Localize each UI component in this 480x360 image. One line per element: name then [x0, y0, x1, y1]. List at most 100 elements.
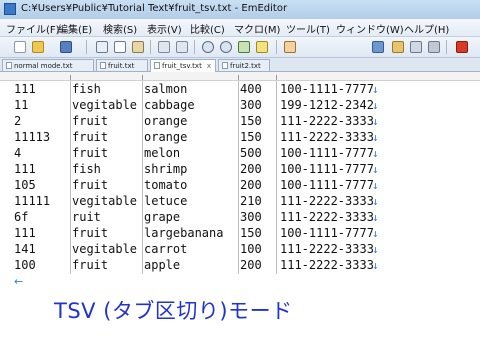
tab-separator: [276, 81, 277, 98]
menu-tools[interactable]: ツール(T): [286, 21, 330, 36]
tsv-cell: 111: [14, 162, 36, 176]
find-icon[interactable]: [202, 41, 214, 53]
tab-fruit-tsv[interactable]: fruit_tsv.txt x: [150, 59, 216, 72]
highlight-icon[interactable]: [256, 41, 268, 53]
macro-icon[interactable]: [284, 41, 296, 53]
copy-icon[interactable]: [114, 41, 126, 53]
tab-separator: [238, 241, 239, 258]
menu-file[interactable]: ファイル(F): [6, 21, 60, 36]
tab-separator: [276, 225, 277, 242]
tab-separator: [238, 177, 239, 194]
tsv-cell: 4: [14, 146, 22, 160]
record-icon[interactable]: [456, 41, 468, 53]
tsv-cell: ruit: [72, 210, 101, 224]
tab-separator: [142, 161, 143, 178]
tsv-cell: 200: [240, 258, 262, 272]
tsv-cell: tomato: [144, 178, 188, 192]
tab-separator: [70, 145, 71, 162]
tab-separator: [276, 97, 277, 114]
tab-label: normal mode.txt: [14, 62, 73, 70]
toolbar-separator: [194, 40, 195, 54]
tab-separator: [70, 209, 71, 226]
tsv-cell: fish: [72, 162, 101, 176]
line-end-marker: ↓: [372, 163, 379, 176]
tab-separator: [142, 113, 143, 130]
tsv-cell: 150: [240, 114, 262, 128]
tsv-cell: grape: [144, 210, 181, 224]
tab-normal-mode[interactable]: normal mode.txt: [2, 59, 94, 71]
replace-icon[interactable]: [238, 41, 250, 53]
tab-separator: [70, 81, 71, 98]
tab-separator: [142, 209, 143, 226]
tab-separator: [70, 97, 71, 114]
open-icon[interactable]: [32, 41, 44, 53]
menu-help[interactable]: ヘルプ(H): [404, 21, 449, 36]
dropdown-icon[interactable]: [428, 41, 440, 53]
tsv-cell: 500: [240, 146, 262, 160]
document-tab-bar: normal mode.txt fruit.txt fruit_tsv.txt x…: [0, 58, 480, 72]
tsv-cell: 111-2222-3333: [280, 242, 374, 256]
tab-separator: [142, 257, 143, 274]
tab-separator: [70, 193, 71, 210]
undo-icon[interactable]: [158, 41, 170, 53]
tab-separator: [142, 129, 143, 146]
toolbar-separator: [86, 40, 87, 54]
toolbar-separator: [446, 40, 447, 54]
tab-separator: [238, 145, 239, 162]
toolbar: [0, 37, 480, 58]
line-end-marker: ↓: [372, 83, 379, 96]
tab-label: fruit.txt: [108, 62, 135, 70]
tsv-cell: salmon: [144, 82, 188, 96]
tsv-cell: 150: [240, 226, 262, 240]
tab-separator: [70, 257, 71, 274]
tsv-cell: melon: [144, 146, 181, 160]
settings-icon[interactable]: [372, 41, 384, 53]
tsv-cell: 100-1111-7777: [280, 178, 374, 192]
line-end-marker: ↓: [372, 179, 379, 192]
tab-separator: [238, 257, 239, 274]
line-end-marker: ↓: [372, 227, 379, 240]
column-ruler: [0, 72, 480, 81]
paste-icon[interactable]: [132, 41, 144, 53]
menu-view[interactable]: 表示(V): [147, 21, 182, 36]
config-icon[interactable]: [392, 41, 404, 53]
tsv-cell: fruit: [72, 114, 109, 128]
tsv-cell: vegitable: [72, 242, 138, 256]
menu-macro[interactable]: マクロ(M): [234, 21, 280, 36]
menu-compare[interactable]: 比較(C): [190, 21, 225, 36]
save-icon[interactable]: [60, 41, 72, 53]
line-end-marker: ↓: [372, 147, 379, 160]
tab-separator: [70, 241, 71, 258]
tsv-cell: vegitable: [72, 98, 138, 112]
document-icon: [154, 62, 160, 69]
emeditor-app-icon[interactable]: [4, 3, 16, 15]
tsv-cell: 100: [14, 258, 36, 272]
tsv-cell: 100-1111-7777: [280, 226, 374, 240]
toolbar-separator: [276, 40, 277, 54]
tsv-cell: 300: [240, 210, 262, 224]
tab-separator: [238, 113, 239, 130]
document-icon: [100, 62, 106, 69]
find-next-icon[interactable]: [220, 41, 232, 53]
menu-window[interactable]: ウィンドウ(W): [336, 21, 404, 36]
tab-separator: [70, 113, 71, 130]
close-tab-icon[interactable]: x: [207, 62, 211, 70]
tsv-cell: carrot: [144, 242, 188, 256]
tsv-cell: 141: [14, 242, 36, 256]
tsv-cell: 400: [240, 82, 262, 96]
redo-icon[interactable]: [176, 41, 188, 53]
line-end-marker: ↓: [372, 115, 379, 128]
tab-separator: [276, 209, 277, 226]
tsv-cell: fruit: [72, 146, 109, 160]
tab-fruit[interactable]: fruit.txt: [96, 59, 148, 71]
tab-separator: [142, 97, 143, 114]
tsv-cell: letuce: [144, 194, 188, 208]
menu-search[interactable]: 検索(S): [103, 21, 137, 36]
menu-edit[interactable]: 編集(E): [58, 21, 92, 36]
tsv-cell: 111: [14, 82, 36, 96]
tab-fruit2[interactable]: fruit2.txt: [218, 59, 270, 71]
tab-separator: [276, 257, 277, 274]
cut-icon[interactable]: [96, 41, 108, 53]
properties-icon[interactable]: [410, 41, 422, 53]
new-icon[interactable]: [14, 41, 26, 53]
